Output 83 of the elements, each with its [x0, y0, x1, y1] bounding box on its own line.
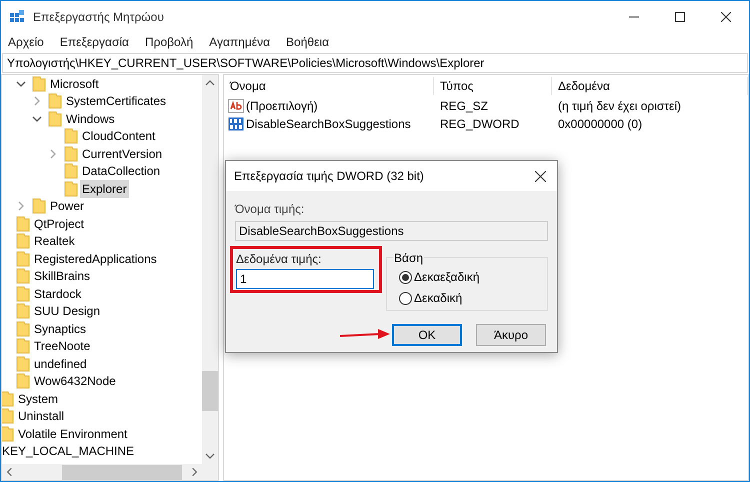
folder-icon [64, 128, 78, 144]
registry-icon [9, 8, 25, 24]
folder-icon [16, 373, 30, 390]
tree-item[interactable]: TreeNoote [32, 337, 92, 356]
tree-item[interactable]: System [16, 390, 60, 408]
dialog-button[interactable]: OK [392, 324, 462, 346]
value-name-field[interactable]: DisableSearchBoxSuggestions [235, 221, 548, 241]
menu-item[interactable]: Αρχείο [8, 32, 44, 50]
folder-icon [64, 146, 78, 162]
folder-icon [48, 110, 62, 127]
horizontal-scrollbar[interactable] [2, 464, 218, 480]
tree-item[interactable]: Uninstall [16, 407, 66, 426]
value-type: REG_SZ [439, 98, 490, 115]
dialog-title: Επεξεργασία τιμής DWORD (32 bit) [234, 168, 424, 185]
column-header[interactable]: Όνομα [224, 77, 434, 95]
address-bar[interactable]: Υπολογιστής\HKEY_CURRENT_USER\SOFTWARE\Policies\Microsoft\Windows\Explorer [2, 53, 748, 73]
folder-icon [16, 286, 30, 302]
folder-icon [16, 303, 30, 320]
radio-label: Δεκαδική [414, 290, 462, 307]
tree-item[interactable]: QtProject [32, 214, 86, 233]
tree-item[interactable]: SkillBrains [32, 267, 92, 286]
folder-icon [32, 198, 46, 214]
folder-icon [16, 356, 30, 372]
folder-icon [2, 408, 14, 424]
tree-item[interactable]: Explorer [80, 180, 129, 198]
menu-item[interactable]: Προβολή [144, 32, 194, 50]
tree-item[interactable]: SUU Design [32, 302, 102, 320]
value-name[interactable]: (Προεπιλογή) [246, 97, 318, 115]
radio-label: Δεκαεξαδική [414, 269, 480, 286]
folder-icon [16, 250, 30, 267]
menu-item[interactable]: Αγαπημένα [209, 32, 270, 50]
tree-item[interactable]: CurrentVersion [80, 144, 164, 163]
folder-icon [64, 180, 78, 197]
scrollbar-thumb[interactable] [62, 464, 182, 480]
folder-icon [16, 233, 30, 250]
menu-item[interactable]: Επεξεργασία [60, 32, 129, 50]
value-data: (η τιμή δεν έχει οριστεί) [557, 98, 682, 115]
maximize-icon [675, 12, 685, 22]
folder-icon [16, 320, 30, 337]
value-data: 0x00000000 (0) [557, 116, 644, 133]
field-label: Όνομα τιμής: [235, 201, 306, 218]
folder-icon [2, 390, 14, 407]
window-title: Επεξεργαστής Μητρώου [33, 8, 164, 26]
radio-button[interactable] [399, 270, 412, 284]
folder-icon [64, 163, 78, 180]
annotation-arrow [340, 329, 390, 341]
tree-item[interactable]: Realtek [32, 232, 77, 250]
close-icon [721, 12, 731, 22]
field-label: Δεδομένα τιμής: [236, 252, 322, 266]
chevron-down-icon[interactable] [32, 114, 42, 124]
dialog-button[interactable]: Άκυρο [476, 324, 546, 346]
tree-item[interactable]: undefined [32, 354, 89, 373]
string-value-icon [228, 99, 244, 113]
value-type: REG_DWORD [439, 116, 520, 133]
tree-item[interactable]: Microsoft [48, 75, 101, 93]
tree-item[interactable]: Synaptics [32, 320, 88, 338]
folder-icon [16, 338, 30, 354]
close-icon [534, 170, 546, 182]
tree-item[interactable]: Stardock [32, 284, 84, 303]
value-data-field[interactable]: 1 [236, 269, 374, 289]
radio-button[interactable] [399, 292, 412, 304]
chevron-down-icon[interactable] [16, 78, 26, 89]
scrollbar-thumb[interactable] [202, 371, 218, 411]
value-name[interactable]: DisableSearchBoxSuggestions [246, 115, 411, 133]
binary-value-icon [228, 117, 244, 131]
vertical-scrollbar[interactable] [202, 75, 218, 464]
column-header[interactable]: Δεδομένα [552, 77, 748, 95]
tree-item[interactable]: Wow6432Node [32, 372, 118, 390]
folder-icon [16, 216, 30, 232]
tree-item[interactable]: KEY_LOCAL_MACHINE [2, 442, 136, 460]
column-header[interactable]: Τύπος [434, 77, 552, 95]
tree-item[interactable]: RegisteredApplications [32, 250, 159, 268]
folder-icon [16, 268, 30, 284]
tree-item[interactable]: Windows [64, 110, 117, 128]
folder-icon [32, 76, 46, 92]
tree-item[interactable]: DataCollection [80, 162, 162, 180]
tree-item[interactable]: Power [48, 197, 86, 216]
menu-item[interactable]: Βοήθεια [286, 32, 330, 50]
tree-item[interactable]: Volatile Environment [16, 424, 130, 443]
folder-icon [2, 426, 14, 442]
tree-item[interactable]: CloudContent [80, 127, 158, 146]
tree-item[interactable]: SystemCertificates [64, 92, 168, 110]
folder-icon [48, 93, 62, 110]
